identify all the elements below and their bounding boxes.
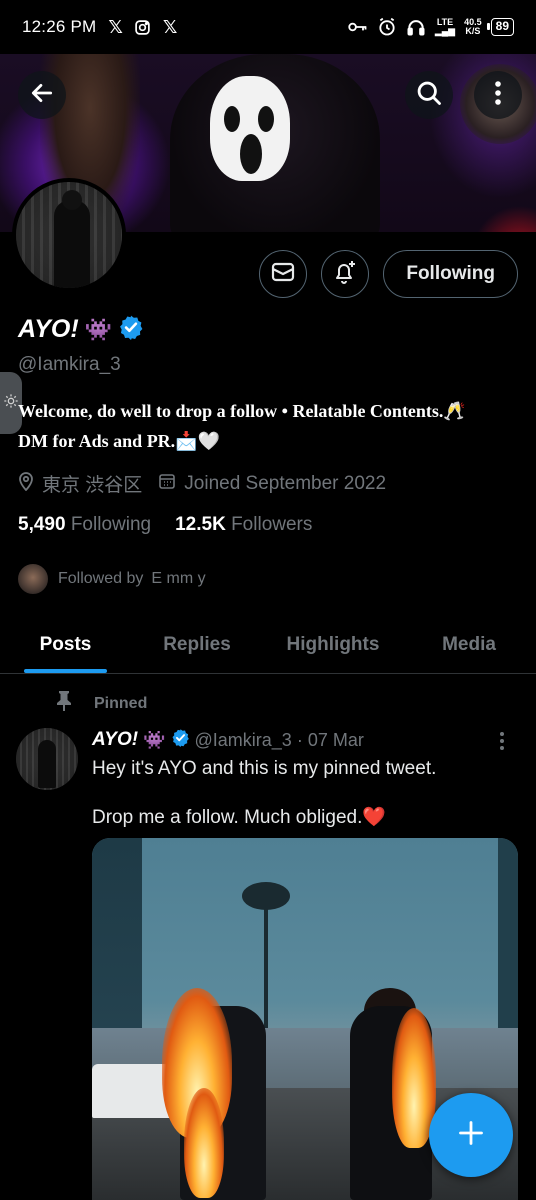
joined-item: Joined September 2022 (158, 472, 386, 496)
followed-by-prefix: Followed by (58, 570, 144, 587)
x-logo-icon: 𝕏 (162, 16, 178, 37)
message-button[interactable] (259, 250, 308, 298)
tweet-line: Hey it's AYO and this is my pinned tweet… (92, 758, 437, 779)
system-icons: LTE ▂▄▆ 40.5 K/S 89 (348, 17, 514, 37)
followed-by-row[interactable]: Followed by E mm y (16, 562, 206, 596)
tab-label: Highlights (286, 633, 380, 655)
signal-icon: ▂▄▆ (434, 26, 456, 36)
tweet-author-handle[interactable]: @Iamkira_3 (195, 730, 292, 751)
compose-button[interactable] (429, 1093, 513, 1177)
bell-plus-icon (332, 259, 358, 290)
avatar-figure (54, 190, 90, 288)
tab-label: Replies (163, 633, 231, 655)
search-icon (415, 79, 443, 112)
media-building (498, 838, 518, 1028)
tweet-header: AYO! 👾 @Iamkira_3 · 07 Mar (92, 728, 364, 752)
media-fire (184, 1088, 224, 1198)
followers-count: 12.5K (175, 514, 226, 535)
profile-avatar[interactable] (12, 178, 126, 292)
verified-badge-icon (171, 728, 190, 752)
headset-icon (406, 17, 426, 37)
following-button[interactable]: Following (383, 250, 518, 298)
profile-stats: 5,490 Following 12.5K Followers (18, 514, 312, 536)
arrow-left-icon (29, 80, 55, 111)
display-name-row: AYO! 👾 (18, 314, 144, 345)
display-name: AYO! (18, 315, 79, 343)
notification-icons: 𝕏 𝕏 (108, 17, 177, 38)
dot (500, 739, 504, 743)
bio-line: Welcome, do well to drop a follow • Rela… (18, 401, 466, 421)
tab-media[interactable]: Media (441, 616, 497, 673)
tab-replies[interactable]: Replies (163, 616, 231, 673)
followers-stat[interactable]: 12.5K Followers (175, 514, 312, 536)
profile-handle: @Iamkira_3 (18, 354, 121, 375)
tab-label: Media (442, 633, 496, 655)
battery-indicator: 89 (486, 18, 514, 36)
tweet-more-button[interactable] (492, 730, 512, 752)
status-time: 12:26 PM (22, 17, 97, 36)
mask-eye (224, 106, 240, 132)
mutual-avatar (16, 562, 50, 596)
pinned-label: Pinned (94, 694, 148, 712)
profile-tabs: Posts Replies Highlights Media (0, 616, 536, 674)
more-vertical-icon (494, 80, 502, 111)
tweet-author-avatar[interactable] (16, 728, 78, 790)
profile-bio: Welcome, do well to drop a follow • Rela… (18, 396, 518, 456)
instagram-icon (133, 17, 153, 37)
banner-ghostface-mask (210, 76, 290, 181)
search-button[interactable] (405, 71, 453, 119)
followed-by-name: E mm y (151, 570, 206, 587)
speed-indicator: 40.5 K/S (464, 18, 482, 36)
dot (500, 732, 504, 736)
tweet-date: · 07 Mar (296, 729, 364, 750)
following-label: Following (70, 514, 152, 535)
dot (500, 746, 504, 750)
name-emoji: 👾 (84, 316, 113, 342)
avatar-figure (38, 740, 56, 788)
following-count: 5,490 (18, 514, 66, 535)
pinned-indicator: Pinned (56, 690, 147, 717)
tab-label: Posts (39, 633, 92, 655)
following-stat[interactable]: 5,490 Following (18, 514, 151, 536)
back-button[interactable] (18, 71, 66, 119)
status-bar: 12:26 PM 𝕏 𝕏 LTE ▂▄▆ 40.5 K/S 89 (0, 0, 536, 54)
alarm-icon (377, 17, 397, 37)
followers-label: Followers (231, 514, 313, 535)
notify-button[interactable] (321, 250, 370, 298)
tweet-text: Hey it's AYO and this is my pinned tweet… (92, 756, 512, 830)
tweet-line: Drop me a follow. Much obliged.❤️ (92, 807, 387, 828)
location-item: 東京 渋谷区 (18, 470, 142, 497)
profile-meta: 東京 渋谷区 Joined September 2022 (18, 470, 386, 497)
plus-icon (457, 1119, 485, 1152)
tweet-author-name[interactable]: AYO! (92, 729, 138, 751)
tab-highlights[interactable]: Highlights (286, 616, 380, 673)
tweet-name-emoji: 👾 (143, 729, 166, 750)
network-indicator: LTE ▂▄▆ (435, 18, 455, 36)
location-pin-icon (18, 471, 34, 497)
bio-line: DM for Ads and PR.📩🤍 (18, 431, 221, 451)
media-building (92, 838, 142, 1028)
calendar-icon (158, 472, 176, 496)
key-icon (348, 17, 368, 37)
envelope-icon (271, 262, 295, 287)
media-palm-top (242, 882, 290, 910)
tab-posts[interactable]: Posts (24, 616, 107, 673)
more-options-button[interactable] (474, 71, 522, 119)
speed-unit: K/S (465, 26, 481, 36)
verified-badge-icon (118, 314, 144, 345)
sun-icon (3, 393, 19, 414)
pin-icon (56, 690, 72, 717)
mask-mouth (240, 134, 262, 174)
joined-text: Joined September 2022 (184, 472, 387, 494)
location-text: 東京 渋谷区 (42, 475, 143, 496)
tweet-spacer (92, 781, 512, 805)
mask-eye (258, 106, 274, 132)
profile-actions: Following (259, 250, 518, 298)
x-logo-icon: 𝕏 (108, 16, 123, 37)
